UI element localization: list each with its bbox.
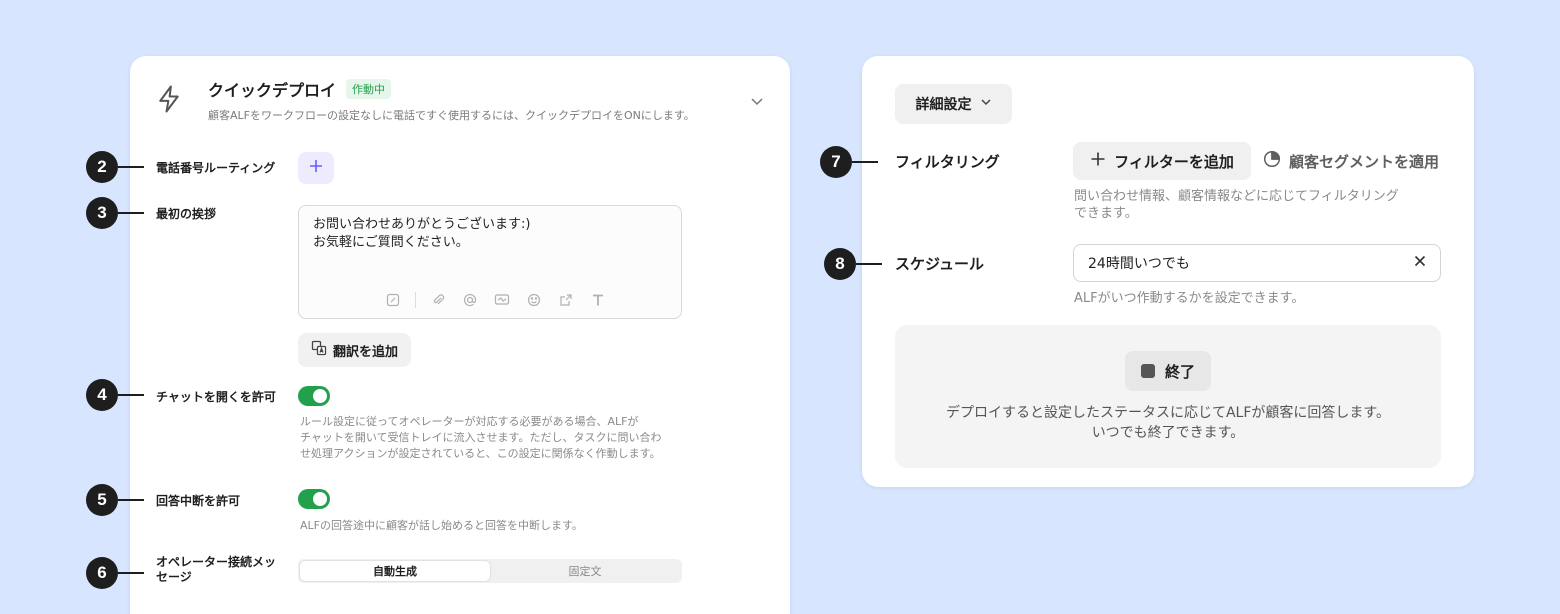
greeting-label: 最初の挨拶 — [156, 207, 217, 221]
add-translation-button[interactable]: 翻訳を追加 — [298, 333, 411, 367]
schedule-value: 24時間いつでも — [1088, 256, 1190, 272]
callout-5: 5 — [86, 484, 144, 516]
callout-4: 4 — [86, 379, 144, 411]
emoji-icon[interactable] — [524, 290, 544, 310]
pie-chart-icon — [1263, 150, 1281, 172]
greeting-line-1: お問い合わせありがとうございます:) — [313, 217, 531, 232]
status-badge: 作動中 — [346, 79, 391, 99]
callout-badge: 6 — [86, 557, 118, 589]
advanced-settings-button[interactable]: 詳細設定 — [895, 84, 1012, 124]
stop-icon — [1140, 364, 1155, 378]
callout-6: 6 — [86, 557, 144, 589]
greeting-editor[interactable]: お問い合わせありがとうございます:) お気軽にご質問ください。 — [298, 205, 682, 319]
editor-toolbar — [383, 290, 608, 310]
filtering-help-line-2: できます。 — [1074, 206, 1138, 221]
mention-icon[interactable] — [460, 290, 480, 310]
callout-leader — [118, 166, 144, 168]
toolbar-divider — [415, 292, 416, 308]
operator-message-label: オペレーター接続メッ セージ — [156, 555, 276, 585]
callout-badge: 5 — [86, 484, 118, 516]
callout-leader — [856, 263, 882, 265]
end-description: デプロイすると設定したステータスに応じてALFが顧客に回答します。 いつでも終了… — [895, 403, 1441, 443]
add-translation-label: 翻訳を追加 — [332, 344, 398, 360]
apply-segment-button[interactable]: 顧客セグメントを適用 — [1263, 142, 1439, 180]
end-description-line-2: いつでも終了できます。 — [1091, 425, 1245, 441]
end-button[interactable]: 終了 — [1125, 351, 1211, 391]
segment-auto-generate[interactable]: 自動生成 — [300, 561, 490, 581]
translate-icon — [311, 340, 327, 360]
operator-message-label-line-2: セージ — [156, 570, 192, 584]
callout-badge: 4 — [86, 379, 118, 411]
add-filter-label: フィルターを追加 — [1114, 152, 1234, 171]
chevron-down-icon[interactable] — [750, 93, 764, 107]
greeting-text[interactable]: お問い合わせありがとうございます:) お気軽にご質問ください。 — [313, 216, 530, 252]
interrupt-label: 回答中断を許可 — [156, 494, 241, 508]
callout-leader — [852, 161, 878, 163]
filtering-help: 問い合わせ情報、顧客情報などに応じてフィルタリング できます。 — [1074, 188, 1399, 222]
add-filter-button[interactable]: フィルターを追加 — [1073, 142, 1251, 180]
end-label: 終了 — [1164, 362, 1195, 381]
attachment-icon[interactable] — [428, 290, 448, 310]
card-title: クイックデプロイ — [208, 81, 337, 100]
share-icon[interactable] — [556, 290, 576, 310]
open-chat-help-line-2: チャットを開いて受信トレイに流入させます。ただし、タスクに問い合わ — [300, 431, 662, 444]
end-description-line-1: デプロイすると設定したステータスに応じてALFが顧客に回答します。 — [945, 405, 1391, 421]
filtering-label: フィルタリング — [895, 153, 1000, 171]
callout-3: 3 — [86, 197, 144, 229]
open-chat-label: チャットを開くを許可 — [156, 390, 276, 404]
apply-segment-label: 顧客セグメントを適用 — [1289, 152, 1440, 171]
callout-leader — [118, 499, 144, 501]
callout-8: 8 — [824, 248, 882, 280]
chevron-down-icon — [980, 96, 992, 112]
variable-icon[interactable] — [383, 290, 403, 310]
callout-leader — [118, 572, 144, 574]
close-icon[interactable] — [1414, 255, 1426, 271]
lightning-icon — [154, 84, 184, 114]
interrupt-help: ALFの回答途中に顧客が話し始めると回答を中断します。 — [300, 519, 583, 532]
callout-badge: 8 — [824, 248, 856, 280]
quick-deploy-card: クイックデプロイ 作動中 顧客ALFをワークフローの設定なしに電話ですぐ使用する… — [130, 56, 790, 614]
operator-message-segmented-control: 自動生成 固定文 — [298, 559, 682, 583]
callout-leader — [118, 394, 144, 396]
open-chat-help: ルール設定に従ってオペレーターが対応する必要がある場合、ALFが チャットを開い… — [300, 414, 661, 462]
open-chat-toggle[interactable] — [298, 386, 330, 406]
greeting-line-2: お気軽にご質問ください。 — [313, 235, 469, 250]
open-chat-help-line-1: ルール設定に従ってオペレーターが対応する必要がある場合、ALFが — [300, 415, 639, 428]
plus-icon — [308, 158, 324, 178]
plus-icon — [1090, 151, 1106, 171]
callout-badge: 2 — [86, 151, 118, 183]
schedule-help: ALFがいつ作動するかを設定できます。 — [1074, 291, 1305, 306]
operator-message-label-line-1: オペレーター接続メッ — [156, 555, 277, 569]
schedule-select[interactable]: 24時間いつでも — [1073, 244, 1441, 282]
schedule-label: スケジュール — [895, 255, 984, 273]
callout-badge: 7 — [820, 146, 852, 178]
phone-routing-label: 電話番号ルーティング — [156, 161, 276, 175]
end-panel: 終了 デプロイすると設定したステータスに応じてALFが顧客に回答します。 いつで… — [895, 325, 1441, 468]
advanced-settings-card: 詳細設定 フィルタリング フィルターを追加 顧客セグメントを適用 問い合わせ情報… — [862, 56, 1474, 487]
add-phone-routing-button[interactable] — [298, 152, 334, 184]
filtering-help-line-1: 問い合わせ情報、顧客情報などに応じてフィルタリング — [1074, 189, 1399, 204]
callout-2: 2 — [86, 151, 144, 183]
callout-leader — [118, 212, 144, 214]
interrupt-toggle[interactable] — [298, 489, 330, 509]
callout-badge: 3 — [86, 197, 118, 229]
card-subtitle: 顧客ALFをワークフローの設定なしに電話ですぐ使用するには、クイックデプロイをO… — [208, 109, 695, 122]
text-format-icon[interactable] — [588, 290, 608, 310]
segment-fixed-text[interactable]: 固定文 — [490, 561, 680, 581]
link-card-icon[interactable] — [492, 290, 512, 310]
open-chat-help-line-3: せ処理アクションが設定されていると、この設定に関係なく作動します。 — [300, 447, 661, 460]
callout-7: 7 — [820, 146, 878, 178]
advanced-settings-label: 詳細設定 — [915, 97, 972, 113]
